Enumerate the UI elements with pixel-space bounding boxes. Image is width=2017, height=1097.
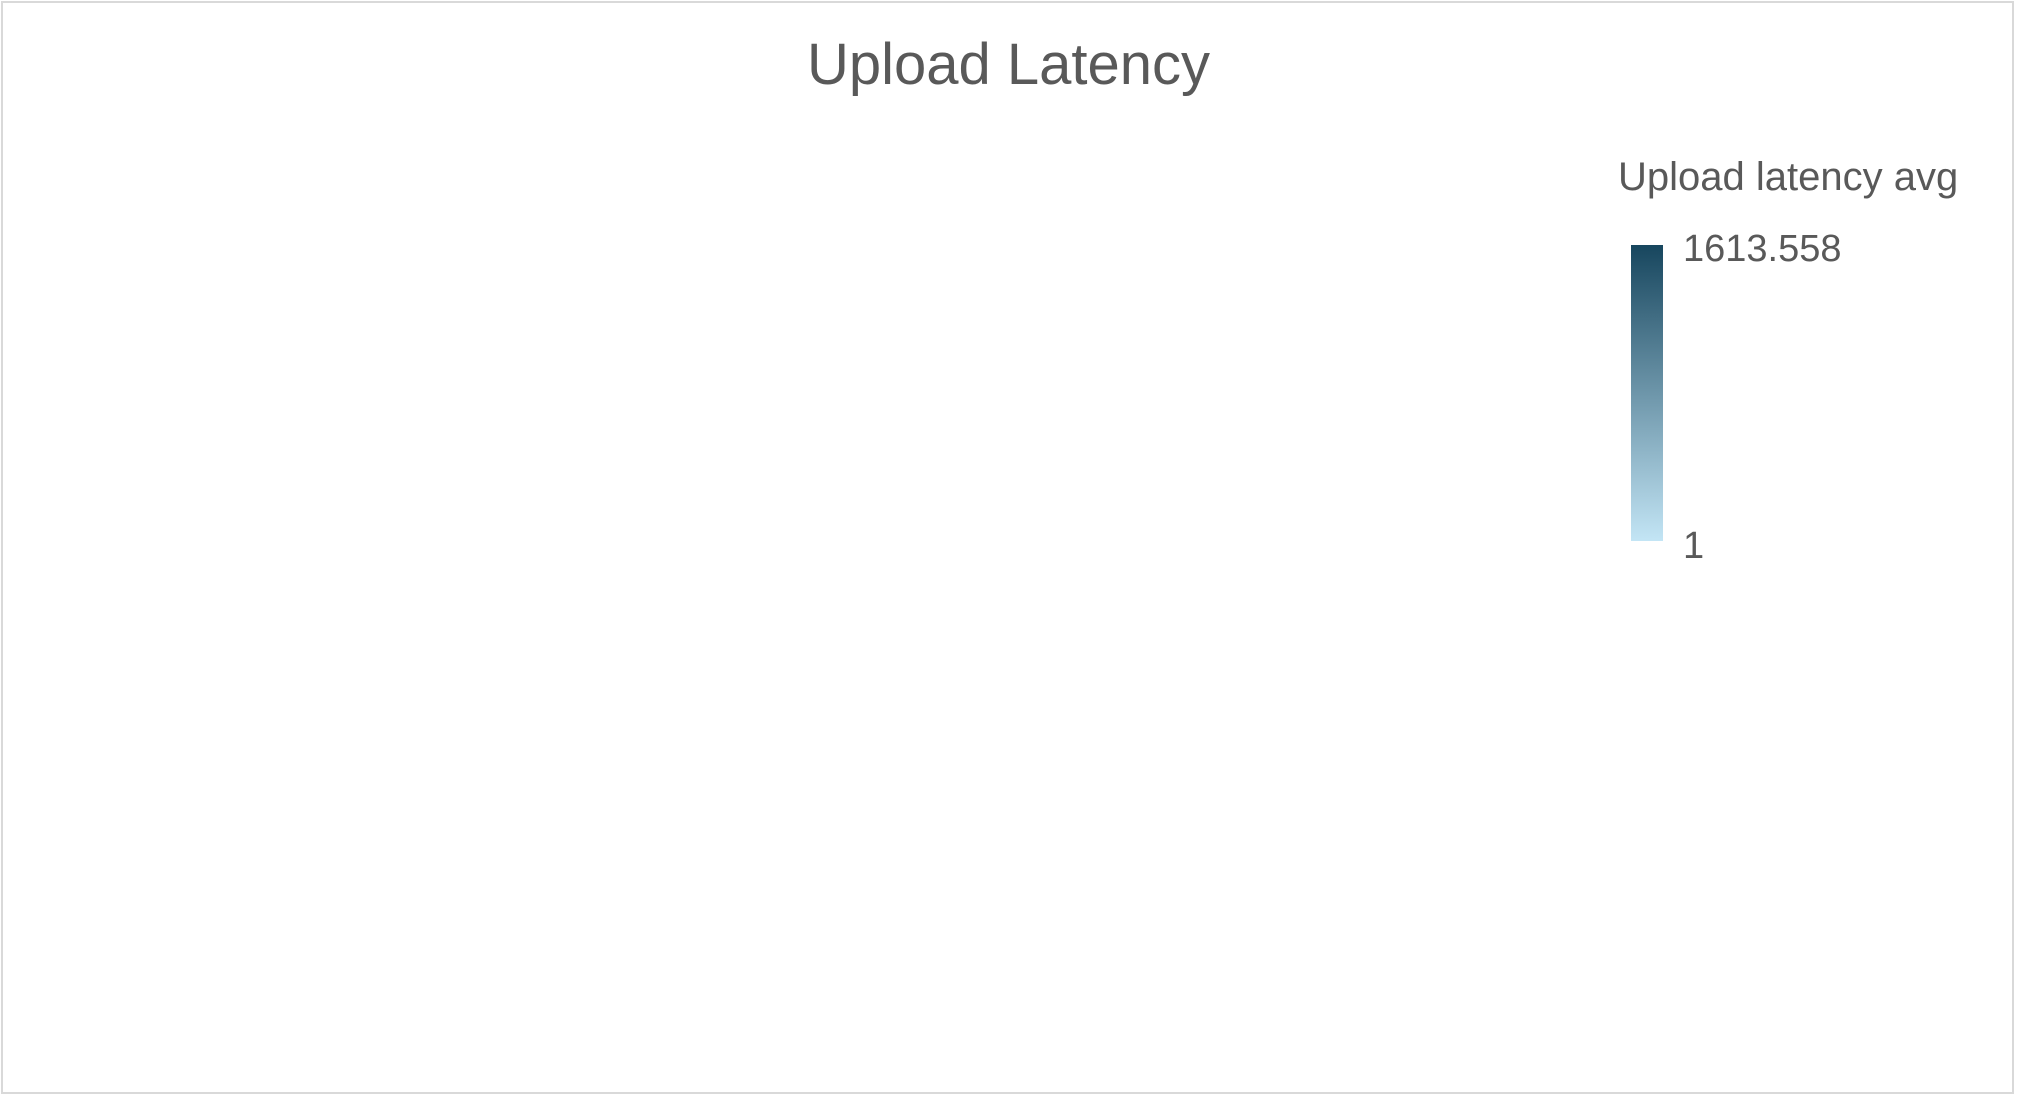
color-scale-gradient [1631, 245, 1663, 541]
color-scale-bar [1631, 245, 1663, 541]
chart-title: Upload Latency [806, 32, 1211, 97]
legend-title: Upload latency avg [1618, 155, 1959, 199]
legend-min-label: 1 [1683, 525, 1705, 567]
legend-max-label: 1613.558 [1683, 228, 1842, 270]
